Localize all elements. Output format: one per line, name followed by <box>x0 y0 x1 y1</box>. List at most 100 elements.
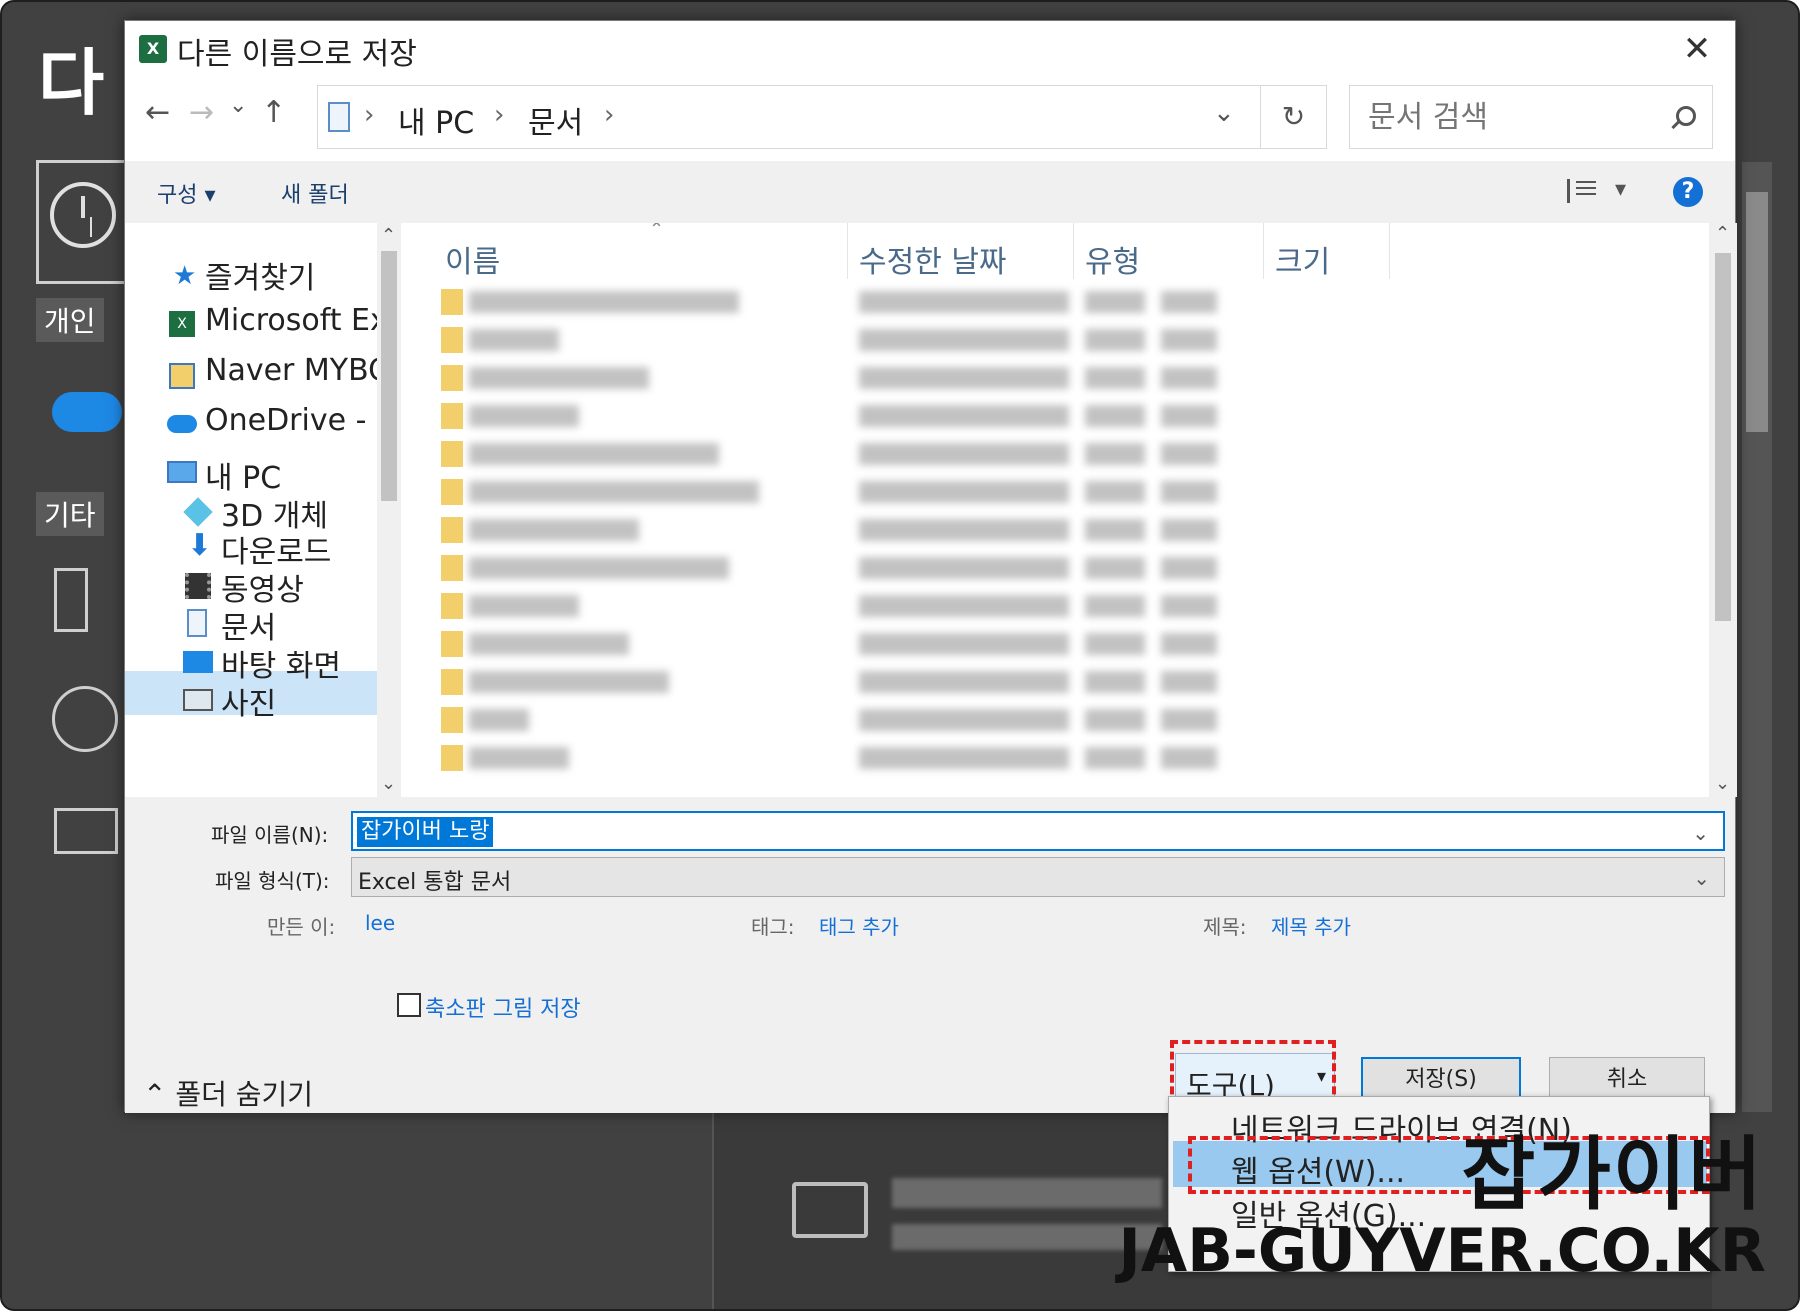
help-icon[interactable]: ? <box>1673 177 1703 207</box>
close-button[interactable]: ✕ <box>1675 27 1719 71</box>
blurred-name <box>469 595 579 617</box>
breadcrumb-separator[interactable]: › <box>494 100 504 130</box>
breadcrumb-separator[interactable]: › <box>604 100 614 130</box>
column-divider[interactable] <box>847 223 848 279</box>
chevron-down-icon[interactable]: ⌄ <box>1213 98 1235 128</box>
file-row[interactable] <box>441 361 1291 395</box>
column-header-type[interactable]: 유형 <box>1085 237 1140 281</box>
file-row[interactable] <box>441 437 1291 471</box>
organize-button[interactable]: 구성 ▾ <box>157 177 216 209</box>
column-divider[interactable] <box>1389 223 1390 279</box>
column-header-size[interactable]: 크기 <box>1275 237 1330 281</box>
recent-locations-icon[interactable]: ⌄ <box>229 93 247 118</box>
column-header-name[interactable]: 이름 <box>445 237 500 281</box>
blurred-type <box>1085 481 1145 503</box>
blurred-date <box>859 747 1069 769</box>
file-row[interactable] <box>441 551 1291 585</box>
menu-item-web-options[interactable]: 웹 옵션(W)... <box>1231 1147 1405 1191</box>
excel-icon: X <box>169 311 195 337</box>
filename-input[interactable]: 잡가이버 노랑 ⌄ <box>351 811 1725 851</box>
refresh-button[interactable]: ↻ <box>1261 85 1327 149</box>
nav-item-microsoft-excel[interactable]: Microsoft Ex <box>205 303 377 338</box>
file-list-scroll-thumb[interactable] <box>1715 253 1731 621</box>
file-row[interactable] <box>441 399 1291 433</box>
blurred-date <box>859 291 1069 313</box>
cube-icon <box>183 497 213 527</box>
blurred-type <box>1085 367 1145 389</box>
filename-value[interactable]: 잡가이버 노랑 <box>357 817 494 847</box>
search-box[interactable] <box>1349 85 1713 149</box>
scroll-up-icon[interactable]: ⌃ <box>1715 223 1730 244</box>
nav-item-favorites[interactable]: 즐겨찾기 <box>205 253 315 297</box>
watermark-url: JAB-GUYVER.CO.KR <box>1118 1216 1766 1286</box>
file-row[interactable] <box>441 589 1291 623</box>
back-arrow-icon[interactable]: ← <box>145 95 170 130</box>
address-bar[interactable]: › 내 PC › 문서 › ⌄ <box>317 85 1261 149</box>
scroll-up-icon[interactable]: ⌃ <box>381 225 396 246</box>
scroll-down-icon[interactable]: ⌄ <box>1715 773 1730 794</box>
nav-item-naver-mybox[interactable]: Naver MYBO <box>205 353 377 388</box>
breadcrumb-my-pc[interactable]: 내 PC <box>398 98 474 142</box>
search-icon[interactable] <box>1676 106 1696 126</box>
open-folder-icon[interactable] <box>54 808 118 854</box>
breadcrumb-separator[interactable]: › <box>364 100 374 130</box>
blurred-name <box>469 633 629 655</box>
blurred-type <box>1161 443 1217 465</box>
new-folder-button[interactable]: 새 폴더 <box>281 177 349 209</box>
file-row[interactable] <box>441 513 1291 547</box>
document-icon <box>328 102 350 132</box>
nav-item-pictures[interactable]: 사진 <box>221 679 276 723</box>
file-row[interactable] <box>441 665 1291 699</box>
save-form-area: 파일 이름(N): 잡가이버 노랑 ⌄ 파일 형식(T): Excel 통합 문… <box>125 797 1735 1113</box>
title-value[interactable]: 제목 추가 <box>1271 911 1351 940</box>
blurred-date <box>859 481 1069 503</box>
nav-item-onedrive[interactable]: OneDrive - P <box>205 403 377 438</box>
blurred-type <box>1085 443 1145 465</box>
backstage-scroll-thumb[interactable] <box>1746 192 1768 432</box>
chevron-down-icon[interactable]: ⌄ <box>1693 866 1710 890</box>
chevron-down-icon[interactable]: ⌄ <box>1692 821 1709 845</box>
blurred-name <box>469 367 649 389</box>
globe-icon[interactable] <box>52 686 118 752</box>
device-icon[interactable] <box>54 568 88 632</box>
blurred-date <box>859 443 1069 465</box>
file-row[interactable] <box>441 703 1291 737</box>
blurred-type <box>1161 481 1217 503</box>
blurred-name <box>469 519 639 541</box>
search-input[interactable] <box>1368 100 1668 135</box>
file-row[interactable] <box>441 323 1291 357</box>
tags-label: 태그: <box>751 915 795 939</box>
tags-value[interactable]: 태그 추가 <box>819 911 899 940</box>
column-header-date-modified[interactable]: 수정한 날짜 <box>859 237 1007 281</box>
column-divider[interactable] <box>1263 223 1264 279</box>
up-arrow-icon[interactable]: ↑ <box>261 95 286 130</box>
file-row[interactable] <box>441 285 1291 319</box>
view-dropdown-icon[interactable]: ▾ <box>1615 177 1626 202</box>
onedrive-icon <box>167 415 197 433</box>
download-icon: ⬇ <box>187 528 213 563</box>
blurred-date <box>859 595 1069 617</box>
breadcrumb-documents[interactable]: 문서 <box>528 98 583 142</box>
file-row[interactable] <box>441 475 1291 509</box>
view-options-icon[interactable] <box>1567 179 1597 203</box>
onedrive-icon[interactable] <box>52 392 122 432</box>
nav-pane-scroll-thumb[interactable] <box>381 251 397 501</box>
author-value[interactable]: lee <box>365 911 395 935</box>
forward-arrow-icon[interactable]: → <box>189 95 214 130</box>
file-row[interactable] <box>441 627 1291 661</box>
file-row[interactable] <box>441 741 1291 775</box>
caret-down-icon: ▾ <box>1316 1066 1326 1087</box>
document-icon <box>187 609 207 637</box>
filetype-select[interactable]: Excel 통합 문서 ⌄ <box>351 857 1725 897</box>
scroll-down-icon[interactable]: ⌄ <box>381 773 396 794</box>
folder-icon <box>441 669 463 695</box>
folder-icon <box>792 1182 868 1238</box>
blurred-name <box>469 747 569 769</box>
filetype-label: 파일 형식(T): <box>215 869 330 893</box>
hide-folders-button[interactable]: ⌃ 폴더 숨기기 <box>143 1073 313 1113</box>
blurred-type <box>1085 709 1145 731</box>
save-thumbnail-checkbox[interactable] <box>397 993 421 1017</box>
column-divider[interactable] <box>1073 223 1074 279</box>
save-thumbnail-label[interactable]: 축소판 그림 저장 <box>425 991 581 1023</box>
blurred-type <box>1085 747 1145 769</box>
